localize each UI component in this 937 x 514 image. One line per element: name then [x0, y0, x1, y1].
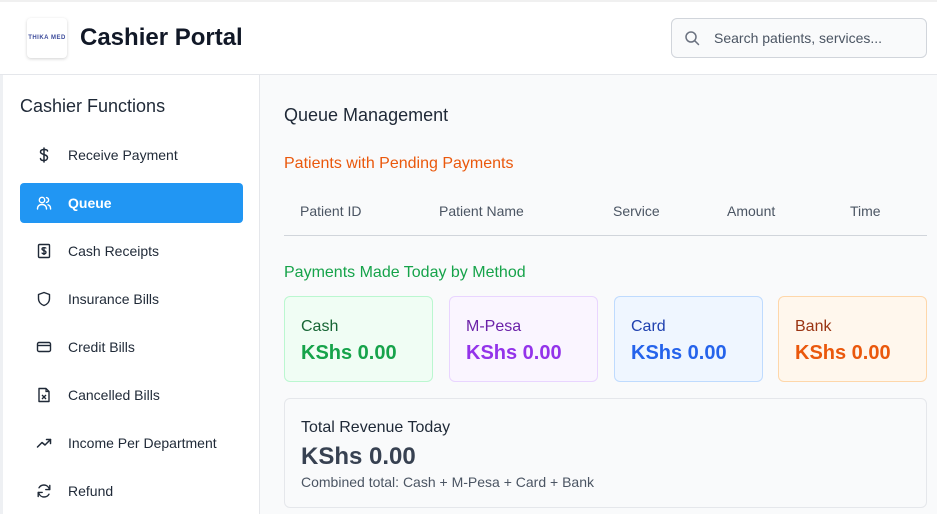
search-input[interactable] [712, 29, 916, 47]
card-value: KShs 0.00 [795, 342, 891, 364]
page-title: Queue Management [284, 105, 449, 125]
sidebar: Cashier Functions Receive Payment Queue … [0, 75, 260, 514]
card-value: KShs 0.00 [466, 342, 562, 364]
sidebar-item-label: Receive Payment [68, 147, 178, 163]
logo-text: THIKA MED [28, 35, 66, 41]
sidebar-item-insurance-bills[interactable]: Insurance Bills [20, 279, 243, 319]
sidebar-item-cancelled-bills[interactable]: Cancelled Bills [20, 375, 243, 415]
column-header-amount[interactable]: Amount [727, 203, 775, 219]
card-label: M-Pesa [466, 318, 522, 335]
card-payment-card: Card KShs 0.00 [614, 296, 763, 382]
sidebar-item-label: Insurance Bills [68, 291, 160, 307]
pending-payments-table-header: Patient ID Patient Name Service Amount T… [284, 193, 927, 236]
sidebar-item-label: Credit Bills [68, 339, 135, 355]
sidebar-item-credit-bills[interactable]: Credit Bills [20, 327, 243, 367]
column-header-service[interactable]: Service [613, 203, 660, 219]
receipt-icon [36, 243, 52, 259]
cash-card: Cash KShs 0.00 [284, 296, 433, 382]
total-revenue-value: KShs 0.00 [301, 443, 416, 470]
sidebar-title: Cashier Functions [20, 96, 166, 116]
sidebar-item-refund[interactable]: Refund [20, 471, 243, 511]
sidebar-item-label: Income Per Department [68, 435, 217, 451]
mpesa-card: M-Pesa KShs 0.00 [449, 296, 598, 382]
total-revenue-card: Total Revenue Today KShs 0.00 Combined t… [284, 398, 927, 508]
sidebar-item-label: Refund [68, 483, 114, 499]
pending-payments-heading: Patients with Pending Payments [284, 155, 514, 172]
sidebar-item-label: Queue [68, 195, 112, 211]
total-revenue-label: Total Revenue Today [301, 419, 451, 436]
app-header: THIKA MED Cashier Portal [0, 0, 937, 75]
file-x-icon [36, 387, 52, 403]
column-header-patient-name[interactable]: Patient Name [439, 203, 524, 219]
shield-icon [36, 291, 52, 307]
dollar-icon [36, 147, 52, 163]
card-label: Cash [301, 318, 339, 335]
sidebar-item-queue[interactable]: Queue [20, 183, 243, 223]
total-revenue-note: Combined total: Cash + M-Pesa + Card + B… [301, 474, 594, 490]
sidebar-item-cash-receipts[interactable]: Cash Receipts [20, 231, 243, 271]
column-header-patient-id[interactable]: Patient ID [300, 203, 361, 219]
payments-by-method-heading: Payments Made Today by Method [284, 264, 526, 281]
header-top-border [0, 0, 937, 2]
refresh-icon [36, 483, 52, 499]
bank-card: Bank KShs 0.00 [778, 296, 927, 382]
sidebar-item-income-per-department[interactable]: Income Per Department [20, 423, 243, 463]
card-value: KShs 0.00 [631, 342, 727, 364]
card-value: KShs 0.00 [301, 342, 397, 364]
main-content: Queue Management Patients with Pending P… [260, 75, 937, 514]
app-logo: THIKA MED [27, 18, 67, 58]
column-header-time[interactable]: Time [850, 203, 881, 219]
credit-card-icon [36, 339, 52, 355]
search-icon [684, 30, 700, 46]
sidebar-item-receive-payment[interactable]: Receive Payment [20, 135, 243, 175]
trending-up-icon [36, 435, 52, 451]
card-label: Card [631, 318, 666, 335]
sidebar-item-label: Cancelled Bills [68, 387, 160, 403]
app-title: Cashier Portal [80, 24, 243, 51]
card-label: Bank [795, 318, 832, 335]
search-box[interactable] [671, 18, 927, 58]
users-icon [36, 195, 52, 211]
sidebar-item-label: Cash Receipts [68, 243, 160, 259]
